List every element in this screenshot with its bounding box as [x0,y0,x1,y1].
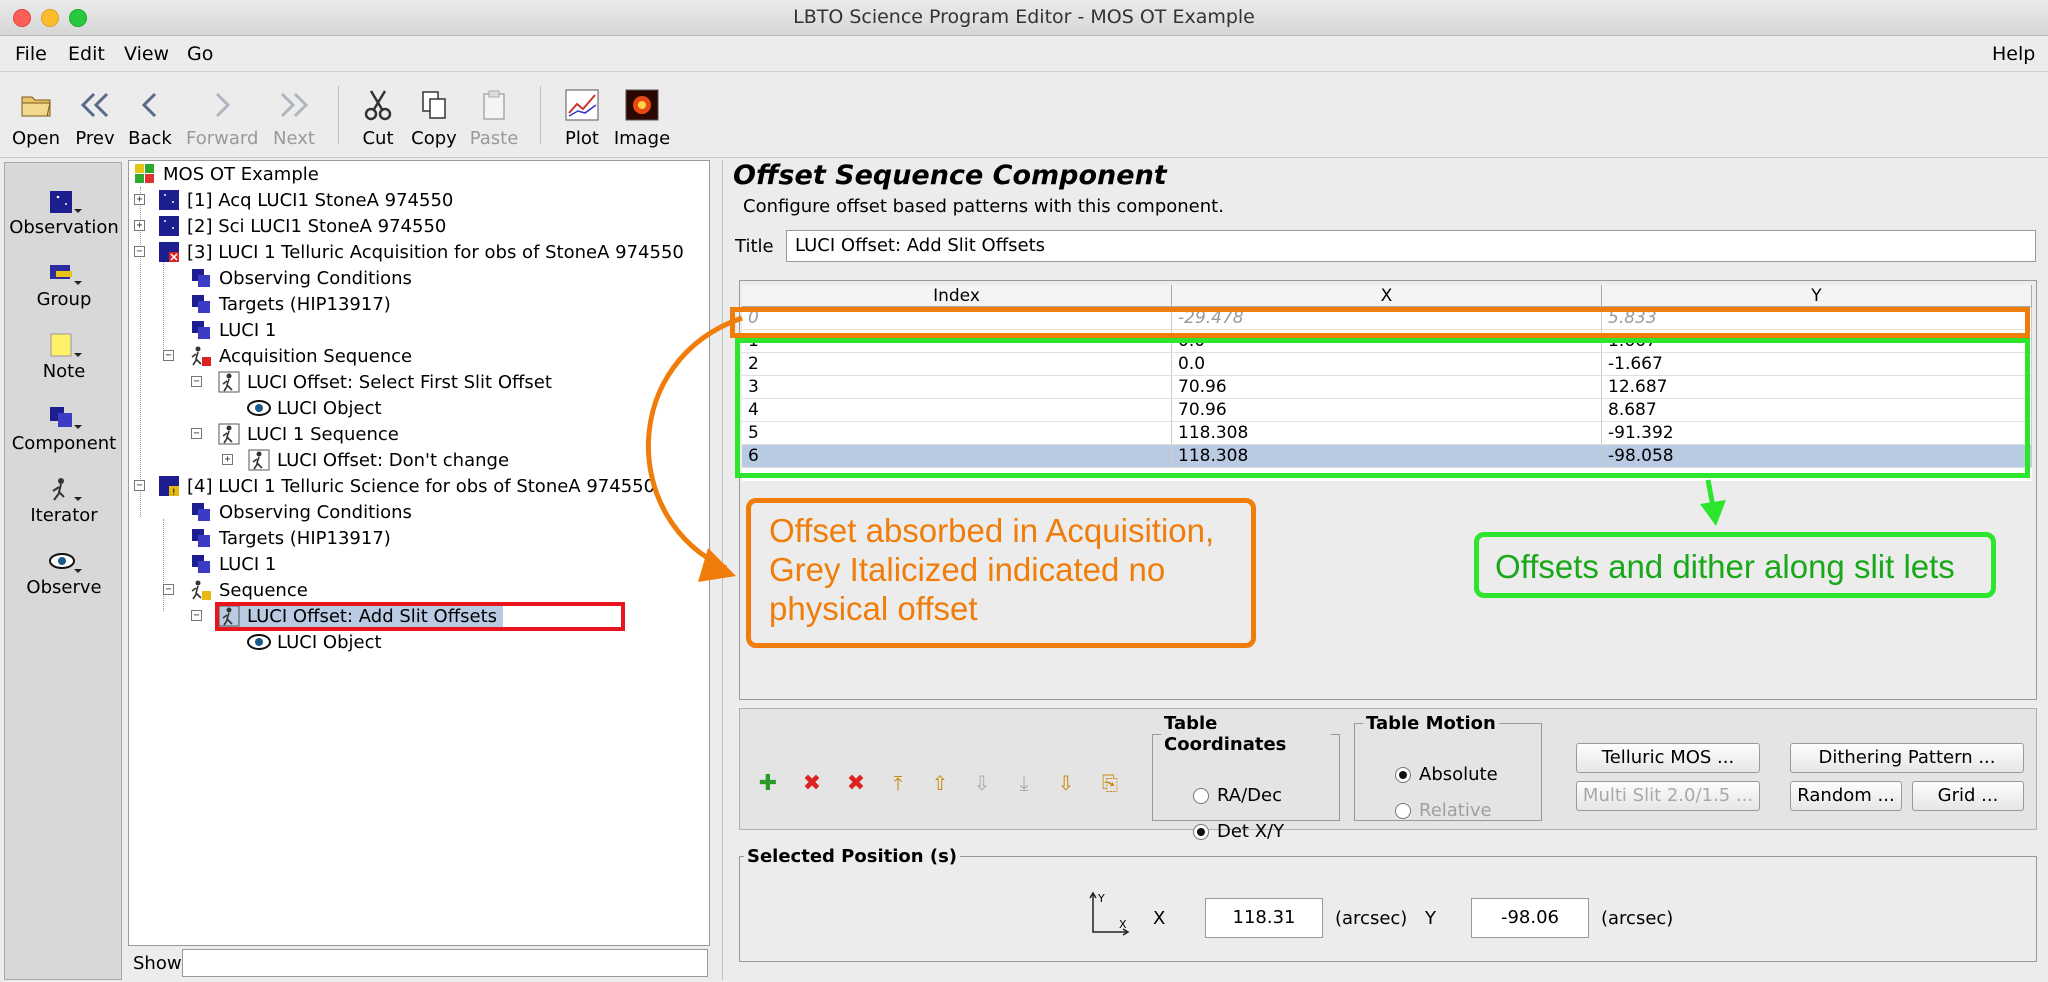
annotation-arrows [645,315,1726,582]
